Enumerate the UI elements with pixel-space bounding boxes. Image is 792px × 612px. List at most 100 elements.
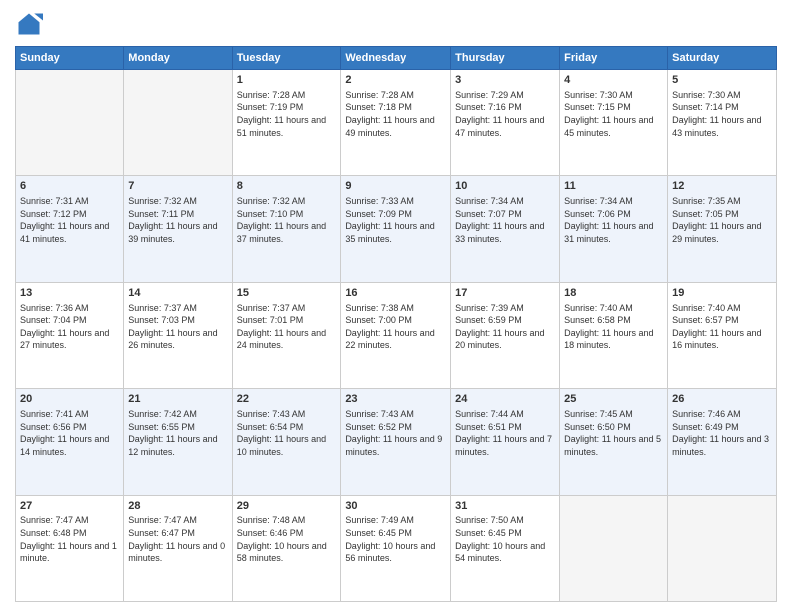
day-info: Sunrise: 7:44 AM Sunset: 6:51 PM Dayligh… [455, 408, 555, 458]
day-number: 22 [237, 392, 337, 407]
day-info: Sunrise: 7:34 AM Sunset: 7:07 PM Dayligh… [455, 195, 555, 245]
calendar-table: SundayMondayTuesdayWednesdayThursdayFrid… [15, 46, 777, 602]
day-number: 31 [455, 499, 555, 514]
day-cell: 11Sunrise: 7:34 AM Sunset: 7:06 PM Dayli… [560, 176, 668, 282]
day-info: Sunrise: 7:49 AM Sunset: 6:45 PM Dayligh… [345, 514, 446, 564]
day-cell: 14Sunrise: 7:37 AM Sunset: 7:03 PM Dayli… [124, 282, 232, 388]
day-info: Sunrise: 7:28 AM Sunset: 7:19 PM Dayligh… [237, 89, 337, 139]
day-cell: 12Sunrise: 7:35 AM Sunset: 7:05 PM Dayli… [668, 176, 777, 282]
day-number: 23 [345, 392, 446, 407]
day-cell: 28Sunrise: 7:47 AM Sunset: 6:47 PM Dayli… [124, 495, 232, 601]
page: SundayMondayTuesdayWednesdayThursdayFrid… [0, 0, 792, 612]
day-info: Sunrise: 7:28 AM Sunset: 7:18 PM Dayligh… [345, 89, 446, 139]
day-number: 3 [455, 73, 555, 88]
day-number: 6 [20, 179, 119, 194]
day-info: Sunrise: 7:29 AM Sunset: 7:16 PM Dayligh… [455, 89, 555, 139]
day-number: 26 [672, 392, 772, 407]
weekday-header-saturday: Saturday [668, 47, 777, 70]
weekday-header-thursday: Thursday [451, 47, 560, 70]
day-info: Sunrise: 7:48 AM Sunset: 6:46 PM Dayligh… [237, 514, 337, 564]
day-cell: 4Sunrise: 7:30 AM Sunset: 7:15 PM Daylig… [560, 70, 668, 176]
day-number: 30 [345, 499, 446, 514]
day-number: 19 [672, 286, 772, 301]
week-row-1: 1Sunrise: 7:28 AM Sunset: 7:19 PM Daylig… [16, 70, 777, 176]
day-cell: 15Sunrise: 7:37 AM Sunset: 7:01 PM Dayli… [232, 282, 341, 388]
day-cell [560, 495, 668, 601]
day-cell: 26Sunrise: 7:46 AM Sunset: 6:49 PM Dayli… [668, 389, 777, 495]
day-cell: 23Sunrise: 7:43 AM Sunset: 6:52 PM Dayli… [341, 389, 451, 495]
day-number: 16 [345, 286, 446, 301]
day-info: Sunrise: 7:40 AM Sunset: 6:58 PM Dayligh… [564, 302, 663, 352]
day-info: Sunrise: 7:40 AM Sunset: 6:57 PM Dayligh… [672, 302, 772, 352]
day-cell: 3Sunrise: 7:29 AM Sunset: 7:16 PM Daylig… [451, 70, 560, 176]
day-cell: 9Sunrise: 7:33 AM Sunset: 7:09 PM Daylig… [341, 176, 451, 282]
day-number: 28 [128, 499, 227, 514]
day-number: 13 [20, 286, 119, 301]
day-info: Sunrise: 7:47 AM Sunset: 6:48 PM Dayligh… [20, 514, 119, 564]
day-number: 14 [128, 286, 227, 301]
day-info: Sunrise: 7:39 AM Sunset: 6:59 PM Dayligh… [455, 302, 555, 352]
logo [15, 10, 47, 38]
day-cell [16, 70, 124, 176]
day-cell: 29Sunrise: 7:48 AM Sunset: 6:46 PM Dayli… [232, 495, 341, 601]
day-cell: 5Sunrise: 7:30 AM Sunset: 7:14 PM Daylig… [668, 70, 777, 176]
day-info: Sunrise: 7:32 AM Sunset: 7:11 PM Dayligh… [128, 195, 227, 245]
day-number: 5 [672, 73, 772, 88]
weekday-header-sunday: Sunday [16, 47, 124, 70]
day-info: Sunrise: 7:32 AM Sunset: 7:10 PM Dayligh… [237, 195, 337, 245]
week-row-5: 27Sunrise: 7:47 AM Sunset: 6:48 PM Dayli… [16, 495, 777, 601]
weekday-header-monday: Monday [124, 47, 232, 70]
day-number: 1 [237, 73, 337, 88]
week-row-4: 20Sunrise: 7:41 AM Sunset: 6:56 PM Dayli… [16, 389, 777, 495]
day-info: Sunrise: 7:42 AM Sunset: 6:55 PM Dayligh… [128, 408, 227, 458]
day-number: 21 [128, 392, 227, 407]
weekday-header-wednesday: Wednesday [341, 47, 451, 70]
day-number: 17 [455, 286, 555, 301]
day-cell: 27Sunrise: 7:47 AM Sunset: 6:48 PM Dayli… [16, 495, 124, 601]
day-number: 9 [345, 179, 446, 194]
day-cell: 22Sunrise: 7:43 AM Sunset: 6:54 PM Dayli… [232, 389, 341, 495]
day-cell: 6Sunrise: 7:31 AM Sunset: 7:12 PM Daylig… [16, 176, 124, 282]
day-number: 27 [20, 499, 119, 514]
day-info: Sunrise: 7:37 AM Sunset: 7:01 PM Dayligh… [237, 302, 337, 352]
weekday-header-row: SundayMondayTuesdayWednesdayThursdayFrid… [16, 47, 777, 70]
day-cell: 16Sunrise: 7:38 AM Sunset: 7:00 PM Dayli… [341, 282, 451, 388]
day-info: Sunrise: 7:35 AM Sunset: 7:05 PM Dayligh… [672, 195, 772, 245]
day-info: Sunrise: 7:41 AM Sunset: 6:56 PM Dayligh… [20, 408, 119, 458]
day-info: Sunrise: 7:30 AM Sunset: 7:14 PM Dayligh… [672, 89, 772, 139]
day-cell: 21Sunrise: 7:42 AM Sunset: 6:55 PM Dayli… [124, 389, 232, 495]
day-info: Sunrise: 7:37 AM Sunset: 7:03 PM Dayligh… [128, 302, 227, 352]
day-info: Sunrise: 7:50 AM Sunset: 6:45 PM Dayligh… [455, 514, 555, 564]
day-info: Sunrise: 7:45 AM Sunset: 6:50 PM Dayligh… [564, 408, 663, 458]
logo-icon [15, 10, 43, 38]
day-number: 10 [455, 179, 555, 194]
day-number: 11 [564, 179, 663, 194]
day-info: Sunrise: 7:36 AM Sunset: 7:04 PM Dayligh… [20, 302, 119, 352]
day-cell: 1Sunrise: 7:28 AM Sunset: 7:19 PM Daylig… [232, 70, 341, 176]
day-info: Sunrise: 7:31 AM Sunset: 7:12 PM Dayligh… [20, 195, 119, 245]
day-number: 2 [345, 73, 446, 88]
day-cell: 20Sunrise: 7:41 AM Sunset: 6:56 PM Dayli… [16, 389, 124, 495]
day-info: Sunrise: 7:47 AM Sunset: 6:47 PM Dayligh… [128, 514, 227, 564]
day-cell: 24Sunrise: 7:44 AM Sunset: 6:51 PM Dayli… [451, 389, 560, 495]
day-number: 7 [128, 179, 227, 194]
day-cell: 8Sunrise: 7:32 AM Sunset: 7:10 PM Daylig… [232, 176, 341, 282]
day-cell: 13Sunrise: 7:36 AM Sunset: 7:04 PM Dayli… [16, 282, 124, 388]
weekday-header-friday: Friday [560, 47, 668, 70]
day-cell [668, 495, 777, 601]
day-number: 20 [20, 392, 119, 407]
day-cell: 31Sunrise: 7:50 AM Sunset: 6:45 PM Dayli… [451, 495, 560, 601]
day-number: 15 [237, 286, 337, 301]
day-number: 8 [237, 179, 337, 194]
day-info: Sunrise: 7:30 AM Sunset: 7:15 PM Dayligh… [564, 89, 663, 139]
day-cell: 2Sunrise: 7:28 AM Sunset: 7:18 PM Daylig… [341, 70, 451, 176]
day-cell: 7Sunrise: 7:32 AM Sunset: 7:11 PM Daylig… [124, 176, 232, 282]
day-info: Sunrise: 7:38 AM Sunset: 7:00 PM Dayligh… [345, 302, 446, 352]
day-number: 18 [564, 286, 663, 301]
week-row-2: 6Sunrise: 7:31 AM Sunset: 7:12 PM Daylig… [16, 176, 777, 282]
day-cell: 30Sunrise: 7:49 AM Sunset: 6:45 PM Dayli… [341, 495, 451, 601]
week-row-3: 13Sunrise: 7:36 AM Sunset: 7:04 PM Dayli… [16, 282, 777, 388]
day-cell: 25Sunrise: 7:45 AM Sunset: 6:50 PM Dayli… [560, 389, 668, 495]
day-cell: 18Sunrise: 7:40 AM Sunset: 6:58 PM Dayli… [560, 282, 668, 388]
day-cell: 19Sunrise: 7:40 AM Sunset: 6:57 PM Dayli… [668, 282, 777, 388]
